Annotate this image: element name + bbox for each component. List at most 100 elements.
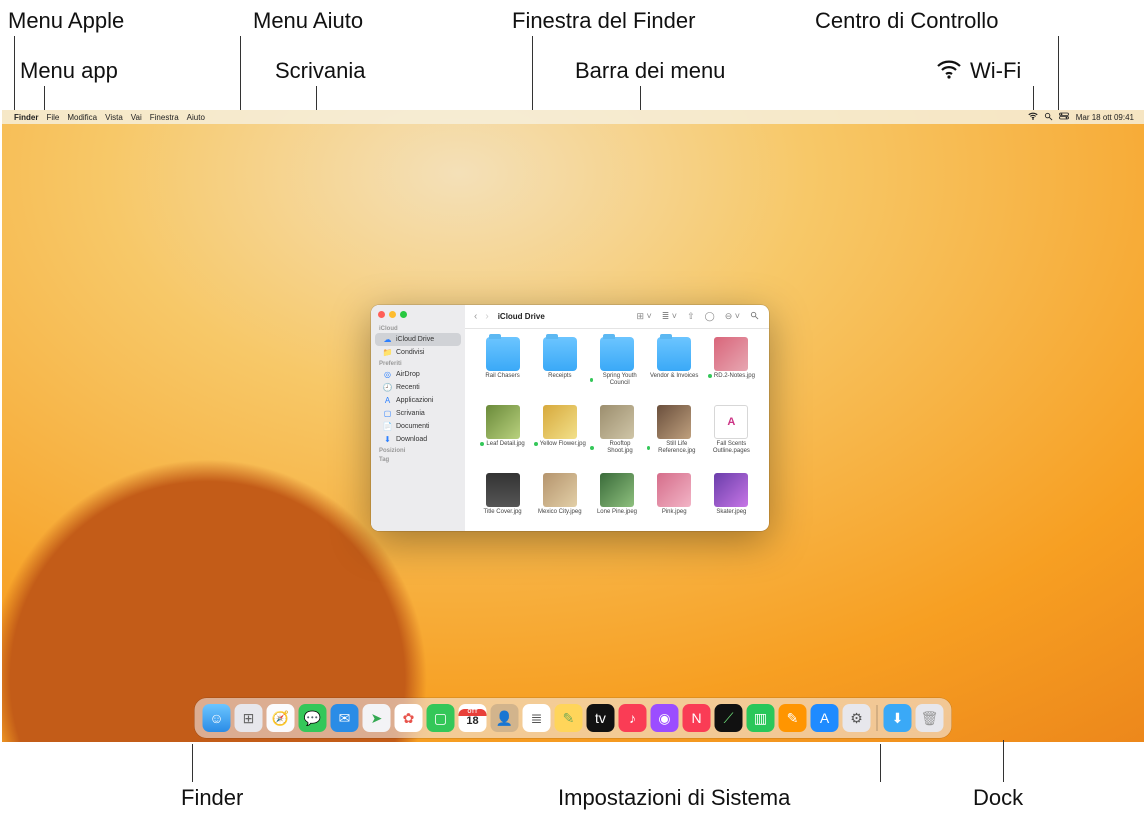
finder-item[interactable]: Yellow Flower.jpg xyxy=(532,405,587,469)
finder-item[interactable]: Receipts xyxy=(532,337,587,401)
group-button[interactable]: ≣ ˅ xyxy=(660,311,679,322)
view-mode-button[interactable]: ⊞ ˅ xyxy=(634,311,653,322)
sidebar-item[interactable]: 📄Documenti xyxy=(375,420,461,433)
dock-reminders-icon[interactable]: ≣ xyxy=(523,704,551,732)
sidebar-item[interactable]: 📁Condivisi xyxy=(375,346,461,359)
spotlight-icon[interactable] xyxy=(1041,112,1056,123)
dock-stocks-icon[interactable]: ⟋ xyxy=(715,704,743,732)
finder-item[interactable]: Rooftop Shoot.jpg xyxy=(589,405,644,469)
sidebar-section-header: Posizioni xyxy=(371,446,465,455)
sidebar-item-label: Scrivania xyxy=(396,410,425,417)
menu-aiuto[interactable]: Aiuto xyxy=(183,113,209,122)
sidebar-item[interactable]: AApplicazioni xyxy=(375,394,461,407)
callout-barra-menu: Barra dei menu xyxy=(575,58,725,84)
sidebar-item-label: Documenti xyxy=(396,423,429,430)
menu-file[interactable]: File xyxy=(42,113,63,122)
finder-item-label: Skater.jpeg xyxy=(716,509,746,516)
sidebar-section-header: iCloud xyxy=(371,324,465,333)
menu-vai[interactable]: Vai xyxy=(127,113,146,122)
menubar-datetime[interactable]: Mar 18 ott 09:41 xyxy=(1072,113,1138,122)
minimize-button[interactable] xyxy=(389,311,396,318)
tag-button[interactable]: ◯ xyxy=(703,311,717,322)
dock-appstore-icon[interactable]: A xyxy=(811,704,839,732)
dock-music-icon[interactable]: ♪ xyxy=(619,704,647,732)
file-thumbnail xyxy=(714,405,748,439)
dock-launchpad-icon[interactable]: ⊞ xyxy=(235,704,263,732)
app-menu[interactable]: Finder xyxy=(10,113,42,122)
sidebar-item[interactable]: ▢Scrivania xyxy=(375,407,461,420)
dock-photos-icon[interactable]: ✿ xyxy=(395,704,423,732)
nav-back-button[interactable]: ‹ xyxy=(473,311,478,322)
dock-numbers-icon[interactable]: ▥ xyxy=(747,704,775,732)
folder-icon xyxy=(486,337,520,371)
file-thumbnail xyxy=(714,473,748,507)
dock-podcasts-icon[interactable]: ◉ xyxy=(651,704,679,732)
file-thumbnail xyxy=(486,473,520,507)
dock-safari-icon[interactable]: 🧭 xyxy=(267,704,295,732)
sidebar-section-header: Tag xyxy=(371,455,465,464)
finder-item[interactable]: Fall Scents Outline.pages xyxy=(704,405,759,469)
sidebar-item-label: Download xyxy=(396,436,427,443)
sidebar-item-icon: ☁︎ xyxy=(383,335,392,344)
sidebar-item-icon: ◎ xyxy=(383,370,392,379)
dock-calendar-icon[interactable]: OTT18 xyxy=(459,704,487,732)
dock-finder-icon[interactable]: ☺ xyxy=(203,704,231,732)
finder-item[interactable]: Title Cover.jpg xyxy=(475,473,530,531)
finder-item-label: Lone Pine.jpeg xyxy=(597,509,637,516)
sidebar-item-label: Recenti xyxy=(396,384,420,391)
tag-dot-icon xyxy=(590,378,593,382)
dock-notes-icon[interactable]: ✎ xyxy=(555,704,583,732)
finder-item[interactable]: Mexico City.jpeg xyxy=(532,473,587,531)
finder-item[interactable]: Leaf Detail.jpg xyxy=(475,405,530,469)
sidebar-item[interactable]: ⬇︎Download xyxy=(375,433,461,446)
finder-item[interactable]: Pink.jpeg xyxy=(647,473,702,531)
finder-item[interactable]: Spring Youth Council xyxy=(589,337,644,401)
dock-messages-icon[interactable]: 💬 xyxy=(299,704,327,732)
dock-mail-icon[interactable]: ✉︎ xyxy=(331,704,359,732)
sidebar-item[interactable]: 🕘 Recenti xyxy=(375,381,461,394)
finder-item[interactable]: Lone Pine.jpeg xyxy=(589,473,644,531)
finder-item[interactable]: Skater.jpeg xyxy=(704,473,759,531)
search-button[interactable] xyxy=(748,311,761,322)
control-center-icon[interactable] xyxy=(1056,112,1072,122)
menu-vista[interactable]: Vista xyxy=(101,113,127,122)
dock-trash-icon[interactable]: 🗑 xyxy=(916,704,944,732)
action-button[interactable]: ⊖ ˅ xyxy=(723,311,742,322)
callout-wifi: Wi-Fi xyxy=(936,58,1021,85)
file-thumbnail xyxy=(543,405,577,439)
finder-item-label: Yellow Flower.jpg xyxy=(534,441,586,448)
finder-content-grid[interactable]: Rail ChasersReceiptsSpring Youth Council… xyxy=(465,329,769,531)
finder-item[interactable]: Still Life Reference.jpg xyxy=(647,405,702,469)
dock-separator xyxy=(877,705,878,731)
dock-tv-icon[interactable]: tv xyxy=(587,704,615,732)
sidebar-item[interactable]: ☁︎iCloud Drive xyxy=(375,333,461,346)
dock-contacts-icon[interactable]: 👤 xyxy=(491,704,519,732)
wifi-status-icon[interactable] xyxy=(1025,112,1041,122)
finder-item[interactable]: Rail Chasers xyxy=(475,337,530,401)
finder-item-label: Rooftop Shoot.jpg xyxy=(590,441,644,454)
finder-title: iCloud Drive xyxy=(498,312,545,321)
menu-bar: Finder File Modifica Vista Vai Finestra … xyxy=(2,110,1144,124)
finder-item[interactable]: Vendor & Invoices xyxy=(647,337,702,401)
close-button[interactable] xyxy=(378,311,385,318)
sidebar-item[interactable]: ◎ AirDrop xyxy=(375,368,461,381)
nav-forward-button[interactable]: › xyxy=(484,311,489,322)
maximize-button[interactable] xyxy=(400,311,407,318)
sidebar-item-icon: 🕘 xyxy=(383,383,392,392)
dock-maps-icon[interactable]: ➤ xyxy=(363,704,391,732)
menu-finestra[interactable]: Finestra xyxy=(146,113,183,122)
callout-menu-aiuto: Menu Aiuto xyxy=(253,8,363,34)
share-button[interactable]: ⇧ xyxy=(685,311,697,322)
dock-pages-icon[interactable]: ✎ xyxy=(779,704,807,732)
dock-news-icon[interactable]: N xyxy=(683,704,711,732)
dock-downloads-icon[interactable]: ⬇︎ xyxy=(884,704,912,732)
dock-facetime-icon[interactable]: ▢ xyxy=(427,704,455,732)
sidebar-item-label: AirDrop xyxy=(396,371,420,378)
folder-icon xyxy=(657,337,691,371)
dock-settings-icon[interactable]: ⚙︎ xyxy=(843,704,871,732)
menu-modifica[interactable]: Modifica xyxy=(63,113,101,122)
finder-window[interactable]: iCloud☁︎iCloud Drive📁CondivisiPreferiti◎… xyxy=(371,305,769,531)
dock[interactable]: ☺⊞🧭💬✉︎➤✿▢OTT18👤≣✎tv♪◉N⟋▥✎A⚙︎⬇︎🗑 xyxy=(195,698,952,738)
tag-dot-icon xyxy=(590,446,594,450)
finder-item[interactable]: RD.2-Notes.jpg xyxy=(704,337,759,401)
